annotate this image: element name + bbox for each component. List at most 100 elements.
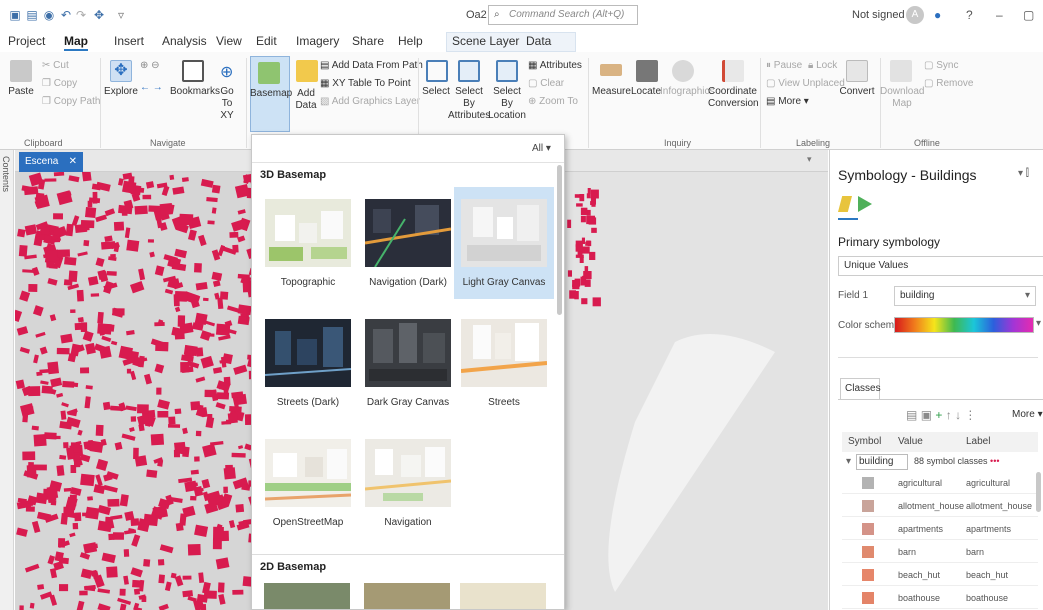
class-label[interactable]: boathouse (966, 593, 1008, 603)
class-label[interactable]: barn (966, 547, 984, 557)
cut-button[interactable]: ✂ Cut (42, 60, 69, 71)
clear-button[interactable]: ▢ Clear (528, 78, 564, 89)
basemap-tile-2d-imagery[interactable] (264, 583, 350, 609)
move-down-icon[interactable]: ↓ (955, 408, 961, 422)
table-row[interactable]: allotment_house allotment_house (842, 495, 1038, 517)
pane-options-icon[interactable]: ▾ ⫿ (1018, 168, 1029, 179)
class-label[interactable]: apartments (966, 524, 1011, 534)
view-unplaced-button[interactable]: ▢ View Unplaced (766, 78, 845, 89)
help-button[interactable]: ? (966, 8, 973, 22)
class-label[interactable]: agricultural (966, 478, 1010, 488)
more-options-icon[interactable]: ••• (990, 456, 999, 466)
table-row[interactable]: boathouse boathouse (842, 587, 1038, 609)
field1-select[interactable]: building ▾ (894, 286, 1036, 306)
symbol-swatch[interactable] (862, 592, 874, 604)
symbol-swatch[interactable] (862, 546, 874, 558)
symbol-swatch[interactable] (862, 523, 874, 535)
tab-map[interactable]: Map (64, 34, 88, 51)
customize-toolbar-icon[interactable]: ▿ (114, 8, 128, 22)
primary-symbology-select[interactable]: Unique Values (838, 256, 1043, 276)
add-icon[interactable]: + (935, 408, 942, 422)
basemap-tile-streets[interactable]: Streets (454, 307, 554, 419)
symbol-swatch[interactable] (862, 569, 874, 581)
previous-extent-icon[interactable]: ← → (140, 82, 163, 93)
basemap-tile-dark-gray-canvas[interactable]: Dark Gray Canvas (358, 307, 458, 419)
explore-tool-icon[interactable]: ✥ (92, 8, 106, 22)
table-row[interactable]: barn barn (842, 541, 1038, 563)
explore-button[interactable]: Explore (104, 86, 138, 98)
basemap-filter-input[interactable] (258, 139, 524, 159)
add-class-icon[interactable]: ▣ (921, 408, 932, 422)
list-icon[interactable]: ▤ (906, 408, 917, 422)
basemap-tile-2d-topographic[interactable] (460, 583, 546, 609)
tab-imagery[interactable]: Imagery (296, 34, 339, 48)
contents-pane-tab[interactable]: Contents (0, 150, 14, 610)
go-to-xy-button[interactable]: Go To XY (214, 86, 240, 122)
select-by-location-button[interactable]: Select By Location (486, 86, 528, 122)
open-project-icon[interactable]: ▤ (25, 8, 39, 22)
tab-analysis[interactable]: Analysis (162, 34, 207, 48)
xy-table-to-point-button[interactable]: ▦ XY Table To Point (320, 78, 411, 89)
lock-button[interactable]: 🔒︎ Lock (808, 60, 837, 71)
redo-icon[interactable]: ↷ (74, 8, 88, 22)
tab-classes[interactable]: Classes (840, 378, 881, 400)
attributes-button[interactable]: ▦ Attributes (528, 60, 582, 71)
add-data-from-path-button[interactable]: ▤ Add Data From Path (320, 60, 423, 71)
primary-symbology-tab-icon[interactable] (838, 196, 852, 212)
table-row[interactable]: agricultural agricultural (842, 472, 1038, 494)
minimize-button[interactable]: – (996, 8, 1003, 22)
restore-button[interactable]: ▢ (1023, 8, 1034, 22)
add-graphics-layer-button[interactable]: ▧ Add Graphics Layer (320, 96, 420, 107)
select-by-attributes-button[interactable]: Select By Attributes (448, 86, 490, 122)
notifications-icon[interactable]: ● (934, 8, 941, 22)
column-header-symbol[interactable]: Symbol (848, 436, 881, 447)
sync-button[interactable]: ▢ Sync (924, 60, 958, 71)
basemap-tile-2d-hybrid[interactable] (364, 583, 450, 609)
class-group-row[interactable]: ▾ building 88 symbol classes ••• (842, 452, 1038, 472)
save-icon[interactable]: ◉ (42, 8, 56, 22)
tab-help[interactable]: Help (398, 34, 423, 48)
tab-data[interactable]: Data (526, 34, 551, 48)
chevron-down-icon[interactable]: ▾ (846, 456, 851, 467)
convert-button[interactable]: Convert (838, 86, 876, 98)
class-label[interactable]: beach_hut (966, 570, 1008, 580)
paste-button[interactable]: Paste (6, 86, 36, 98)
gallery-scrollbar[interactable] (557, 165, 562, 315)
map-tab-escena[interactable]: Escena ✕ (19, 152, 83, 172)
coordinate-conversion-button[interactable]: Coordinate Conversion (708, 86, 759, 110)
basemap-tile-navigation-dark[interactable]: Navigation (Dark) (358, 187, 458, 299)
color-scheme-select[interactable] (894, 317, 1034, 333)
avatar[interactable]: A (906, 6, 924, 24)
add-data-button[interactable]: Add Data (290, 88, 322, 112)
pane-splitter[interactable] (838, 357, 1038, 358)
measure-button[interactable]: Measure (592, 86, 631, 98)
basemap-filter-dropdown[interactable]: All ▾ (532, 143, 551, 154)
tab-edit[interactable]: Edit (256, 34, 277, 48)
basemap-button[interactable]: Basemap (250, 88, 292, 100)
class-label[interactable]: allotment_house (966, 501, 1032, 511)
download-map-button[interactable]: Download Map (880, 86, 924, 110)
remove-button[interactable]: ▢ Remove (924, 78, 973, 89)
locate-button[interactable]: Locate (628, 86, 664, 98)
more-button[interactable]: More ▾ (1012, 409, 1043, 420)
column-header-value[interactable]: Value (898, 436, 923, 447)
basemap-tile-topographic[interactable]: Topographic (258, 187, 358, 299)
copy-button[interactable]: ❐ Copy (42, 78, 77, 89)
command-search-input[interactable]: ⌕ Command Search (Alt+Q) (488, 5, 638, 25)
basemap-tile-streets-dark[interactable]: Streets (Dark) (258, 307, 358, 419)
symbol-swatch[interactable] (862, 477, 874, 489)
basemap-tile-navigation[interactable]: Navigation (358, 427, 458, 539)
chevron-down-icon[interactable]: ▾ (1036, 318, 1041, 329)
fixed-zoom-icons[interactable]: ⊕ ⊖ (140, 60, 160, 71)
labeling-more-button[interactable]: ▤ More ▾ (766, 96, 809, 107)
basemap-tile-openstreetmap[interactable]: OpenStreetMap (258, 427, 358, 539)
copy-path-button[interactable]: ❐ Copy Path (42, 96, 100, 107)
undo-icon[interactable]: ↶ (59, 8, 73, 22)
tab-insert[interactable]: Insert (114, 34, 144, 48)
tab-list-icon[interactable]: ▾ (807, 154, 812, 165)
move-up-icon[interactable]: ↑ (946, 408, 952, 422)
symbol-swatch[interactable] (862, 500, 874, 512)
tab-project[interactable]: Project (8, 34, 45, 48)
classes-scrollbar[interactable] (1036, 472, 1041, 512)
table-row[interactable]: beach_hut beach_hut (842, 564, 1038, 586)
